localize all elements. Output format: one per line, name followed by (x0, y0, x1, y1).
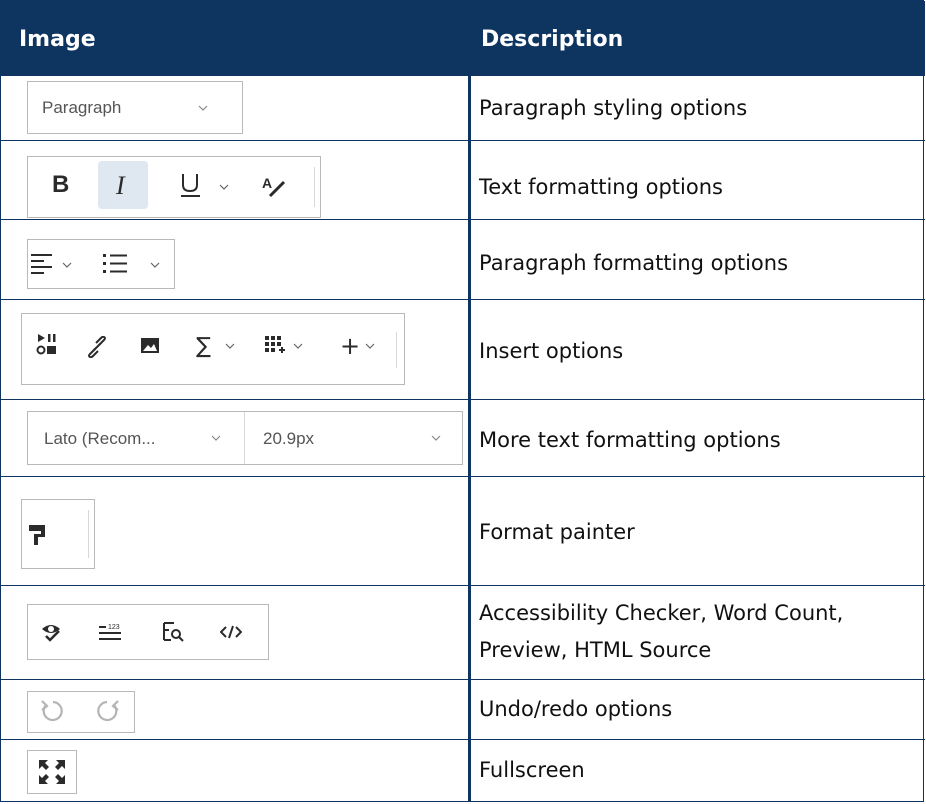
bold-icon[interactable]: B (52, 171, 69, 199)
row-description: Text formatting options (479, 175, 723, 199)
chevron-down-icon[interactable] (225, 341, 235, 351)
row-description: Insert options (479, 339, 624, 363)
paint-roller-icon[interactable] (28, 524, 46, 546)
insert-toolbar: ∑ + (21, 313, 405, 385)
font-size-dropdown[interactable]: 20.9px (245, 412, 462, 464)
column-divider (468, 75, 471, 802)
italic-button[interactable]: I (98, 161, 148, 209)
media-icon[interactable] (36, 333, 58, 357)
row-divider (1, 679, 925, 680)
chevron-down-icon[interactable] (293, 341, 303, 351)
reference-table: Image Description Paragraph Paragraph st… (0, 0, 925, 802)
row-description: Paragraph formatting options (479, 251, 789, 275)
toolbar-separator (88, 510, 89, 558)
row-divider (1, 140, 925, 141)
table-icon[interactable] (264, 335, 286, 357)
row-description: Paragraph styling options (479, 96, 748, 120)
text-formatting-toolbar: B I A (27, 156, 321, 218)
chevron-down-icon[interactable] (365, 341, 375, 351)
row-description: More text formatting options (479, 428, 781, 452)
format-painter-toolbar (21, 499, 95, 569)
row-description-line1: Accessibility Checker, Word Count, (479, 601, 844, 625)
svg-text:A: A (262, 175, 272, 191)
chevron-down-icon[interactable] (62, 260, 72, 270)
font-family-value: Lato (Recom... (44, 429, 156, 448)
header-description: Description (481, 27, 624, 52)
font-size-toolbar: Lato (Recom... 20.9px (27, 411, 463, 465)
italic-icon: I (116, 171, 125, 200)
underline-icon[interactable] (178, 171, 204, 199)
accessibility-check-icon[interactable] (40, 621, 64, 643)
paragraph-style-value: Paragraph (42, 98, 122, 117)
chevron-down-icon[interactable] (150, 260, 160, 270)
header-image: Image (19, 27, 96, 52)
chevron-down-icon (211, 435, 221, 441)
row-description: Format painter (479, 520, 635, 544)
align-left-icon[interactable] (30, 253, 54, 275)
word-count-icon[interactable]: 123 (98, 621, 122, 643)
undo-icon[interactable] (40, 699, 66, 725)
chevron-down-icon (431, 435, 441, 441)
preview-icon[interactable] (162, 621, 184, 643)
link-icon[interactable] (86, 336, 108, 358)
undo-redo-toolbar (27, 691, 135, 733)
row-description: Fullscreen (479, 758, 585, 782)
fullscreen-icon[interactable] (38, 759, 66, 785)
image-icon[interactable] (140, 337, 160, 355)
table-header: Image Description (1, 1, 925, 76)
font-size-value: 20.9px (263, 429, 315, 448)
font-family-dropdown[interactable]: Lato (Recom... (28, 412, 244, 464)
tools-toolbar: 123 (27, 604, 269, 660)
row-divider (1, 219, 925, 220)
paragraph-formatting-toolbar (27, 239, 175, 289)
svg-text:123: 123 (108, 624, 120, 631)
row-divider (1, 739, 925, 740)
chevron-down-icon (198, 105, 208, 111)
paragraph-style-dropdown[interactable]: Paragraph (27, 81, 243, 134)
bullet-list-icon[interactable] (102, 253, 128, 275)
toolbar-separator (314, 167, 315, 207)
row-divider (1, 585, 925, 586)
code-icon[interactable] (220, 624, 242, 640)
fullscreen-toolbar (27, 750, 77, 794)
plus-icon[interactable]: + (340, 332, 360, 360)
chevron-down-icon[interactable] (219, 182, 229, 192)
row-divider (1, 476, 925, 477)
sigma-icon[interactable]: ∑ (196, 334, 211, 359)
row-divider (1, 299, 925, 300)
row-description: Undo/redo options (479, 697, 673, 721)
clear-format-icon[interactable]: A (260, 174, 286, 198)
row-description-line2: Preview, HTML Source (479, 638, 712, 662)
row-divider (1, 399, 925, 400)
redo-icon[interactable] (94, 699, 120, 725)
toolbar-separator (396, 332, 397, 368)
